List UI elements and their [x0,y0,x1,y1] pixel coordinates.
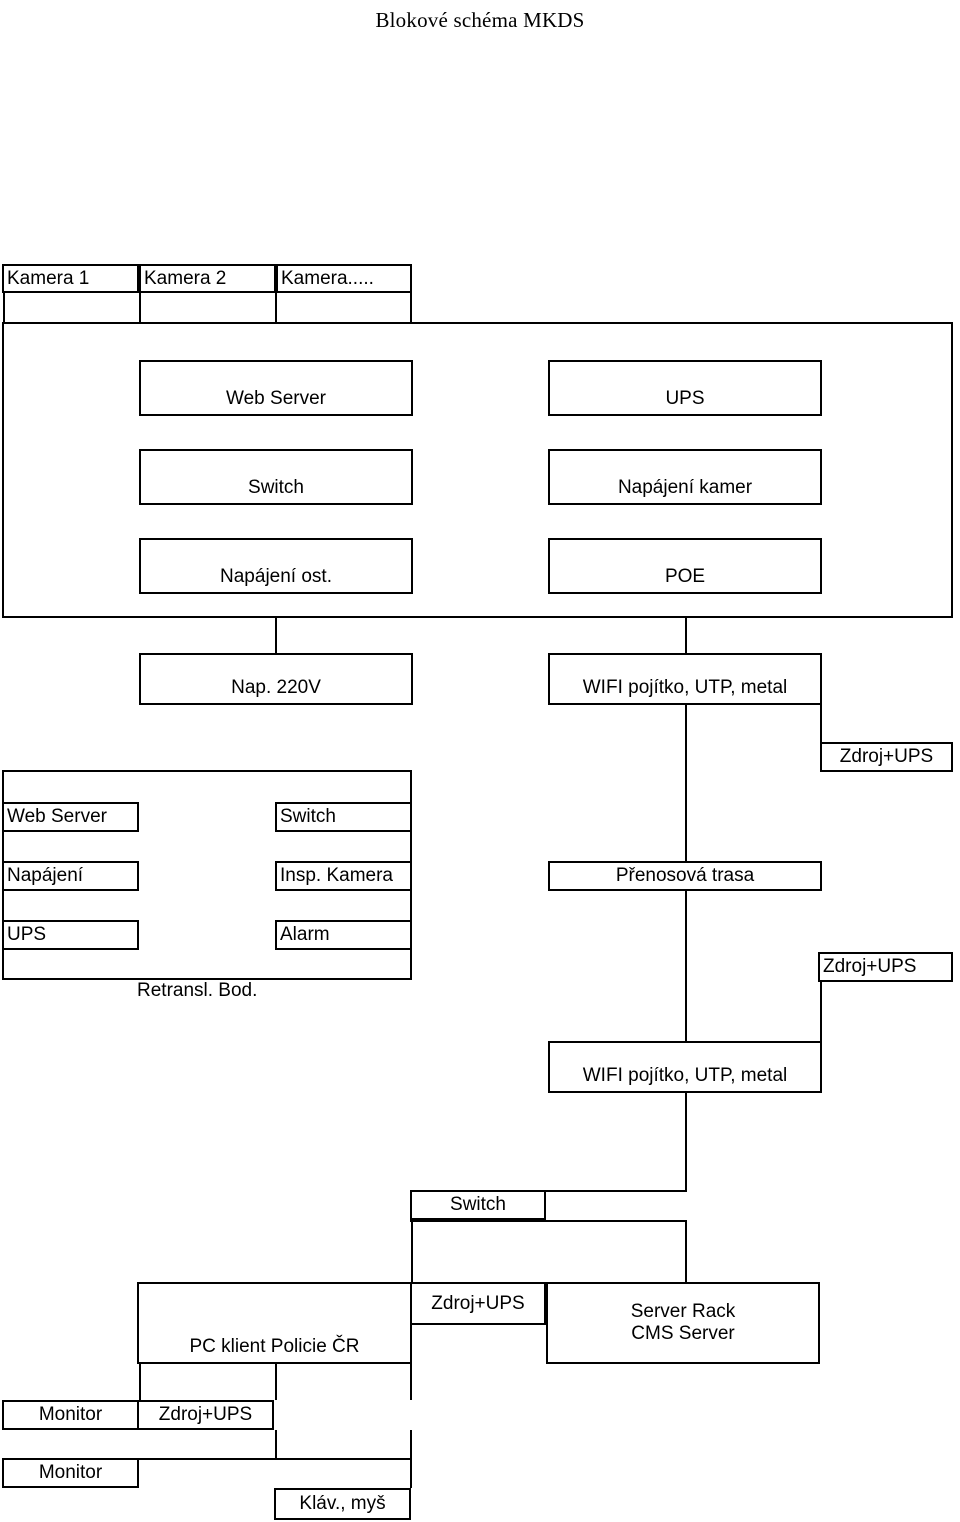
retrans-web-server-label: Web Server [7,806,107,828]
camera-box-3[interactable]: Kamera..... [276,264,412,293]
link-drop-connector [685,618,687,653]
client-psu-drop-connector [410,1325,412,1400]
transport-psu-connector [820,982,822,1043]
monitor-2-box[interactable]: Monitor [2,1458,139,1488]
pc-klient-box[interactable]: PC klient Policie ČR [137,1282,412,1364]
camera-box-2[interactable]: Kamera 2 [139,264,276,293]
retrans-ups-box[interactable]: UPS [2,920,139,950]
retrans-web-server-box[interactable]: Web Server [2,802,139,832]
page-title: Blokové schéma MKDS [375,8,585,32]
control-switch-box[interactable]: Switch [410,1190,546,1220]
switch-to-client-connector [411,1220,413,1282]
retranslation-caption: Retransl. Bod. [137,980,258,1001]
retrans-switch-label: Switch [280,806,336,828]
switch-box[interactable]: Switch [139,449,413,505]
link-psu-box[interactable]: Zdroj+UPS [820,742,953,772]
retrans-insp-kamera-box[interactable]: Insp. Kamera [275,861,412,891]
server-rack-box[interactable]: Server Rack CMS Server [546,1282,820,1364]
monitor-psu-box[interactable]: Zdroj+UPS [137,1400,274,1430]
retrans-ups-label: UPS [7,924,47,946]
monitor-1-label: Monitor [38,1404,103,1426]
napajeni-ost-box[interactable]: Napájení ost. [139,538,413,594]
peripherals-box[interactable]: Kláv., myš [274,1488,411,1520]
retrans-insp-kamera-label: Insp. Kamera [280,865,393,887]
control-centre-uplink-connector [685,1093,687,1190]
transport-trunk-upper [685,705,687,875]
transport-trunk-lower [685,891,687,1043]
transport-route-box[interactable]: Přenosová trasa [548,861,822,891]
ups-label: UPS [665,388,705,410]
camera-row-right-connector [410,291,412,324]
switch-label: Switch [248,477,304,499]
client-to-psu-connector [275,1364,277,1400]
monitor-psu-drop-connector [275,1430,277,1458]
wifi-link-lower-label: WIFI pojítko, UTP, metal [582,1065,788,1087]
control-switch-label: Switch [450,1194,506,1216]
client-to-monitor1-connector [139,1364,141,1400]
monitor-2-label: Monitor [38,1462,103,1484]
web-server-box[interactable]: Web Server [139,360,413,416]
pc-klient-label: PC klient Policie ČR [189,1336,360,1358]
poe-box[interactable]: POE [548,538,822,594]
retrans-alarm-label: Alarm [280,924,330,946]
monitor-1-box[interactable]: Monitor [2,1400,139,1430]
web-server-label: Web Server [226,388,326,410]
nap-220v-box[interactable]: Nap. 220V [139,653,413,705]
retrans-napajeni-box[interactable]: Napájení [2,861,139,891]
retrans-switch-box[interactable]: Switch [275,802,412,832]
server-rack-line-1: Server Rack [630,1301,736,1323]
camera-3-connector [275,291,277,324]
napajeni-ost-label: Napájení ost. [220,566,332,588]
camera-box-1-label: Kamera 1 [7,267,90,289]
peripherals-feed-connector [410,1430,412,1488]
wifi-link-upper-label: WIFI pojítko, UTP, metal [582,677,788,699]
napajeni-kamer-label: Napájení kamer [617,477,753,499]
monitor-psu-label: Zdroj+UPS [158,1404,253,1426]
napajeni-kamer-box[interactable]: Napájení kamer [548,449,822,505]
switch-fanout-bridge [410,1220,687,1222]
camera-2-connector [139,291,141,324]
camera-1-connector [3,291,5,324]
transport-psu-box[interactable]: Zdroj+UPS [818,952,953,982]
server-rack-line-2: CMS Server [631,1323,735,1344]
link-psu-label: Zdroj+UPS [839,746,934,768]
camera-box-1[interactable]: Kamera 1 [2,264,139,293]
switch-to-server-connector [685,1220,687,1282]
transport-psu-label: Zdroj+UPS [823,956,917,978]
power-drop-connector [275,618,277,653]
camera-box-2-label: Kamera 2 [144,267,227,289]
retrans-alarm-box[interactable]: Alarm [275,920,412,950]
nap-220v-label: Nap. 220V [231,677,321,699]
peripherals-label: Kláv., myš [299,1493,386,1515]
camera-box-3-label: Kamera..... [281,267,374,289]
block-diagram-page: Blokové schéma MKDS Kamera 1 Kamera 2 Ka… [0,0,960,1522]
switch-uplink-bridge [546,1190,687,1192]
wifi-link-box-upper[interactable]: WIFI pojítko, UTP, metal [548,653,822,705]
transport-route-label: Přenosová trasa [615,865,755,887]
client-psu-label: Zdroj+UPS [431,1292,525,1314]
link-psu-connector [820,705,822,744]
poe-label: POE [664,566,706,588]
retrans-napajeni-label: Napájení [7,865,84,887]
client-psu-box[interactable]: Zdroj+UPS [410,1282,546,1325]
ups-box[interactable]: UPS [548,360,822,416]
wifi-link-box-lower[interactable]: WIFI pojítko, UTP, metal [548,1041,822,1093]
